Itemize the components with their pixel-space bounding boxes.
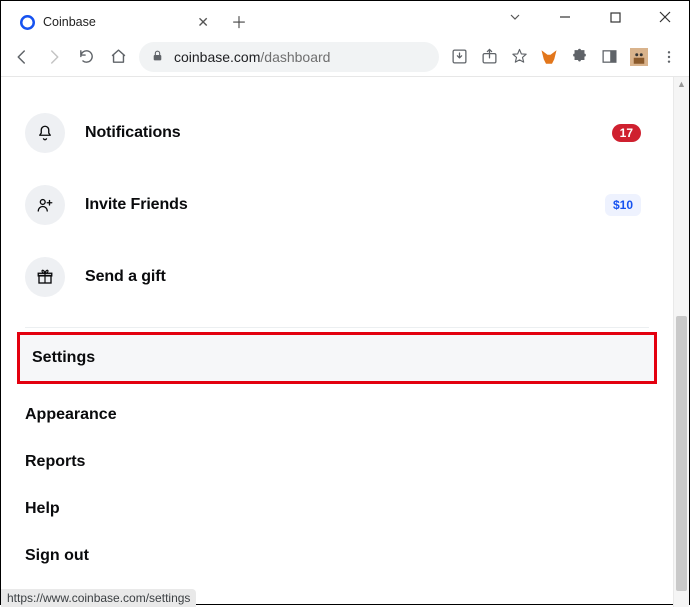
- invite-icon: [25, 185, 65, 225]
- chevron-down-icon[interactable]: [499, 3, 531, 31]
- menu-item-label: Send a gift: [85, 268, 166, 286]
- forward-button[interactable]: [43, 46, 65, 68]
- bookmark-star-icon[interactable]: [509, 47, 529, 67]
- url-text: coinbase.com/dashboard: [174, 49, 330, 65]
- back-button[interactable]: [11, 46, 33, 68]
- address-bar[interactable]: coinbase.com/dashboard: [139, 42, 439, 72]
- minimize-button[interactable]: [549, 3, 581, 31]
- status-bar: https://www.coinbase.com/settings: [1, 589, 196, 607]
- tab-bar: Coinbase ✕ ＋: [1, 3, 689, 37]
- list-item-signout[interactable]: Sign out: [1, 533, 673, 580]
- profile-avatar-icon[interactable]: [629, 47, 649, 67]
- reload-button[interactable]: [75, 46, 97, 68]
- sidepanel-icon[interactable]: [599, 47, 619, 67]
- coinbase-favicon-icon: [19, 14, 35, 30]
- menu-item-label: Notifications: [85, 124, 181, 142]
- scrollbar[interactable]: ▲: [673, 77, 689, 607]
- new-tab-button[interactable]: ＋: [225, 7, 253, 35]
- menu-item-notifications[interactable]: Notifications 17: [1, 97, 673, 169]
- menu-item-invite-friends[interactable]: Invite Friends $10: [1, 169, 673, 241]
- scrollbar-thumb[interactable]: [676, 316, 687, 592]
- lock-icon: [151, 49, 164, 65]
- list-item-appearance[interactable]: Appearance: [1, 392, 673, 439]
- tab-title: Coinbase: [43, 15, 96, 29]
- tab-coinbase[interactable]: Coinbase ✕: [9, 7, 219, 37]
- page-content: Notifications 17 Invite Friends $10 Send…: [1, 77, 673, 607]
- notification-count-badge: 17: [612, 124, 641, 142]
- close-window-button[interactable]: [649, 3, 681, 31]
- install-icon[interactable]: [449, 47, 469, 67]
- scroll-up-icon[interactable]: ▲: [674, 79, 689, 89]
- close-tab-icon[interactable]: ✕: [197, 14, 209, 31]
- maximize-button[interactable]: [599, 3, 631, 31]
- menu-item-label: Invite Friends: [85, 196, 188, 214]
- extensions-puzzle-icon[interactable]: [569, 47, 589, 67]
- list-item-help[interactable]: Help: [1, 486, 673, 533]
- list-item-reports[interactable]: Reports: [1, 439, 673, 486]
- invite-reward-badge: $10: [605, 194, 641, 216]
- kebab-menu-icon[interactable]: [659, 47, 679, 67]
- share-icon[interactable]: [479, 47, 499, 67]
- list-item-settings[interactable]: Settings: [17, 332, 657, 384]
- metamask-extension-icon[interactable]: [539, 47, 559, 67]
- gift-icon: [25, 257, 65, 297]
- nav-bar: coinbase.com/dashboard: [1, 37, 689, 77]
- bell-icon: [25, 113, 65, 153]
- home-button[interactable]: [107, 46, 129, 68]
- settings-list: Settings Appearance Reports Help Sign ou…: [1, 332, 673, 586]
- divider: [25, 327, 649, 328]
- menu-item-send-gift[interactable]: Send a gift: [1, 241, 673, 313]
